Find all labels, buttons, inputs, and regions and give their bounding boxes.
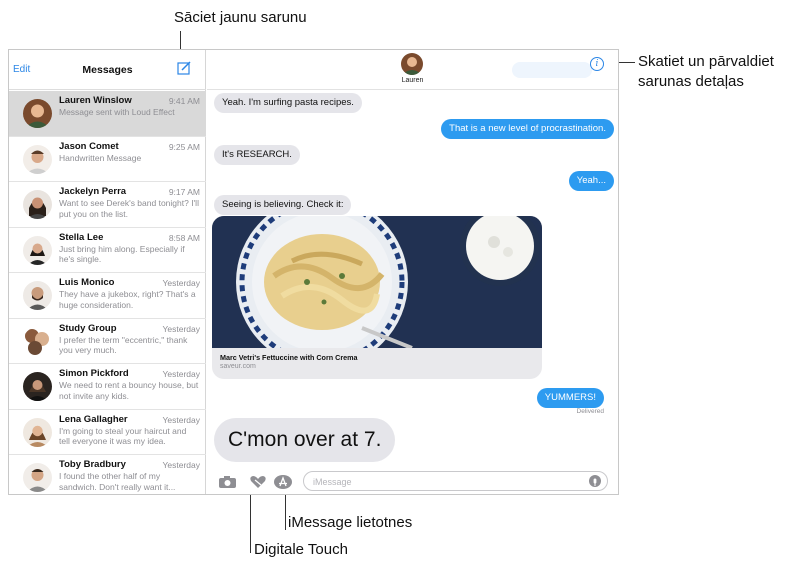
conversation-time: Yesterday: [162, 369, 201, 379]
conversation-item[interactable]: Lena Gallagher Yesterday I'm going to st…: [9, 410, 206, 455]
conversation-name: Luis Monico: [59, 277, 115, 288]
microphone-icon[interactable]: [589, 475, 601, 487]
group-avatar: [23, 326, 52, 356]
delivered-status: Delivered: [576, 408, 604, 415]
conversation-preview: Handwritten Message: [59, 152, 142, 163]
message-loud-effect: C'mon over at 7.: [214, 418, 396, 462]
input-bar: [207, 468, 618, 494]
callout-details-1: Skatiet un pārvaldiet: [638, 53, 774, 70]
conversation-time: Yesterday: [162, 323, 201, 334]
link-domain: saveur.com: [220, 363, 256, 370]
callout-digital-touch: Digitale Touch: [254, 541, 348, 558]
digital-touch-heart-icon[interactable]: [248, 475, 268, 489]
message-outgoing: That is a new level of procrastination.: [441, 119, 614, 139]
message-outgoing: YUMMERS!: [536, 388, 604, 408]
conversation-name: Jackelyn Perra: [59, 186, 127, 197]
conversation-list: Lauren Winslow 9:41 AM Message sent with…: [9, 91, 206, 494]
message-outgoing: Yeah...: [568, 171, 614, 191]
conversation-preview: Want to see Derek's band tonight? I'll p…: [59, 198, 199, 219]
conversation-name: Simon Pickford: [59, 368, 129, 379]
conversation-time: Yesterday: [162, 278, 201, 288]
conversation-name: Study Group: [59, 322, 117, 334]
conversation-time: Yesterday: [162, 460, 201, 470]
conversation-preview: We need to rent a bouncy house, but not …: [59, 380, 199, 401]
compose-icon[interactable]: [176, 60, 192, 76]
avatar: [23, 372, 52, 401]
conversation-time: Yesterday: [162, 414, 201, 425]
conversation-name: Lauren Winslow: [59, 95, 132, 106]
message-incoming: Seeing is believing. Check it:: [214, 195, 352, 215]
conversation-header: Lauren i: [207, 50, 618, 90]
callout-compose: Sāciet jaunu sarunu: [174, 9, 307, 26]
info-icon[interactable]: i: [590, 57, 604, 71]
message-input[interactable]: [313, 475, 573, 488]
conversation-preview: I prefer the term "eccentric," thank you…: [59, 334, 188, 356]
conversation-item[interactable]: Simon Pickford Yesterday We need to rent…: [9, 364, 206, 410]
callout-details-2: sarunas detaļas: [638, 73, 744, 90]
avatar: [23, 144, 52, 174]
avatar: [23, 99, 52, 128]
conversation-item[interactable]: Stella Lee 8:58 AM Just bring him along.…: [9, 228, 206, 273]
message-incoming: It's RESEARCH.: [214, 145, 300, 165]
contact-name[interactable]: Lauren: [207, 77, 618, 84]
avatar: [23, 235, 52, 265]
conversation-item[interactable]: Jason Comet 9:25 AM Handwritten Message: [9, 137, 206, 182]
conversation-item[interactable]: Jackelyn Perra 9:17 AM Want to see Derek…: [9, 182, 206, 228]
avatar: [23, 281, 52, 310]
contact-avatar[interactable]: [401, 53, 423, 75]
conversation-name: Lena Gallagher: [59, 413, 128, 425]
conversation-name: Jason Comet: [59, 140, 119, 152]
conversation-name: Toby Bradbury: [59, 459, 126, 470]
conversation-time: 9:17 AM: [168, 187, 200, 197]
avatar: [23, 190, 52, 219]
conversation-preview: I found the other half of my sandwich. D…: [59, 471, 176, 492]
header-blur: [512, 62, 592, 78]
conversation-name: Stella Lee: [59, 231, 104, 243]
conversation-time: 8:58 AM: [168, 232, 200, 243]
camera-icon[interactable]: [218, 475, 238, 489]
callout-touch-line: [250, 490, 251, 553]
avatar: [23, 417, 52, 447]
message-incoming: Yeah. I'm surfing pasta recipes.: [214, 93, 362, 113]
pasta-photo: [212, 216, 542, 348]
avatar: [23, 463, 52, 492]
messages-window: Edit Messages Lauren Winslow 9:41 AM Mes…: [8, 49, 619, 495]
conversation-time: 9:41 AM: [168, 96, 200, 106]
callout-imessage-apps: iMessage lietotnes: [288, 514, 413, 531]
conversation-item[interactable]: Lauren Winslow 9:41 AM Message sent with…: [9, 91, 206, 137]
link-preview-card[interactable]: Marc Vetri's Fettuccine with Corn Crema …: [212, 216, 542, 379]
sidebar-header: Edit Messages: [9, 50, 206, 90]
conversation-preview: They have a jukebox, right? That's a hug…: [59, 289, 196, 310]
conversation-item[interactable]: Luis Monico Yesterday They have a jukebo…: [9, 273, 206, 319]
message-field[interactable]: [303, 471, 608, 491]
app-store-icon[interactable]: [273, 475, 293, 489]
conversation-preview: Message sent with Loud Effect: [59, 107, 175, 117]
link-title: Marc Vetri's Fettuccine with Corn Crema: [220, 353, 358, 362]
conversation-item[interactable]: Study Group Yesterday I prefer the term …: [9, 319, 206, 364]
conversation-pane: Lauren i Yeah. I'm surfing pasta recipes…: [207, 50, 618, 494]
conversation-item[interactable]: Toby Bradbury Yesterday I found the othe…: [9, 455, 206, 494]
conversation-time: 9:25 AM: [168, 141, 200, 152]
conversation-preview: I'm going to steal your haircut and tell…: [59, 425, 187, 447]
conversation-preview: Just bring him along. Especially if he's…: [59, 243, 185, 265]
sidebar: Edit Messages Lauren Winslow 9:41 AM Mes…: [9, 50, 206, 494]
